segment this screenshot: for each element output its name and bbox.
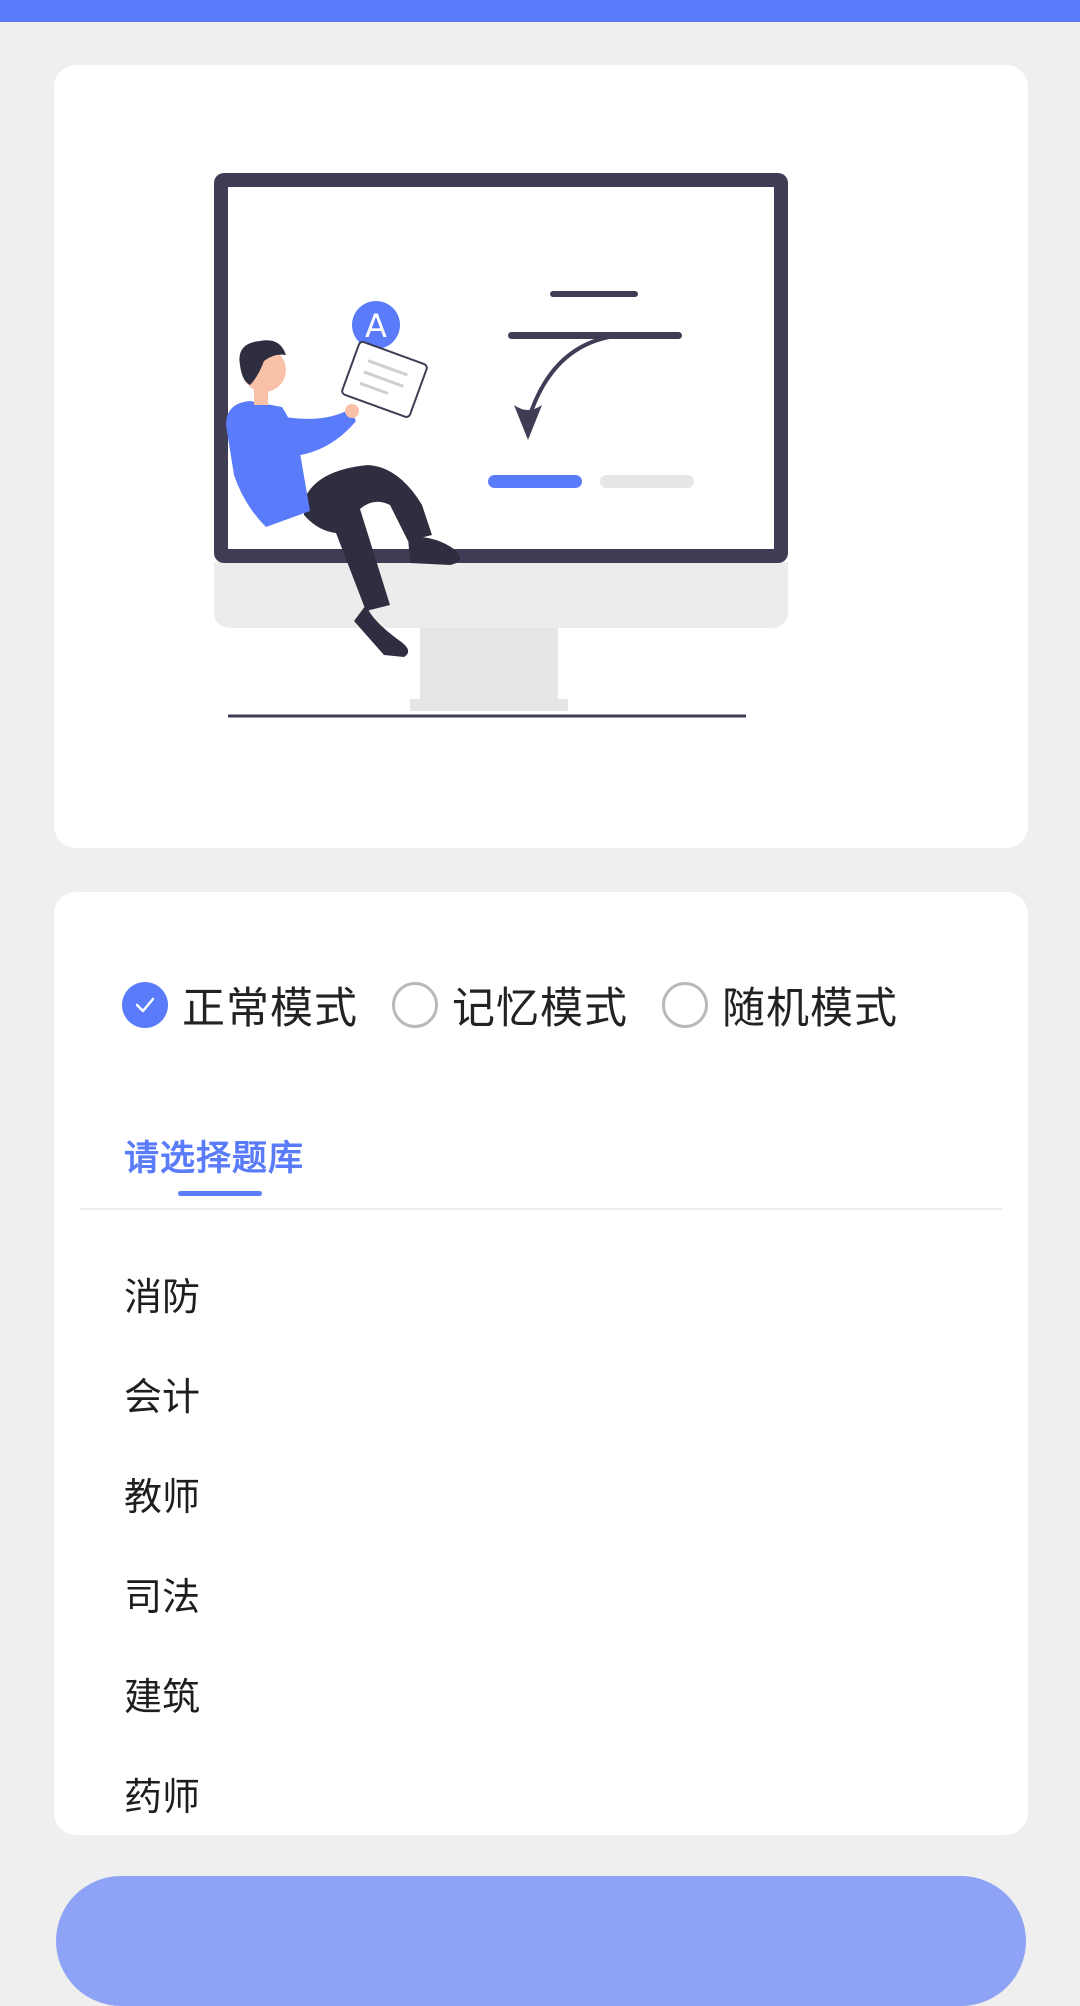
svg-text:A: A [365, 307, 387, 345]
radio-unchecked-icon[interactable] [662, 982, 708, 1028]
bank-item-judicial[interactable]: 司法 [124, 1547, 200, 1647]
bank-item-fire[interactable]: 消防 [124, 1247, 200, 1347]
bank-item-construction[interactable]: 建筑 [124, 1647, 200, 1747]
mode-option-memory[interactable]: 记忆模式 [392, 974, 628, 1036]
options-card: 正常模式 记忆模式 随机模式 请选择题库 消防 会计 教师 司法 建筑 药师 [54, 892, 1028, 1835]
hero-card: A [54, 65, 1028, 848]
tab-active-indicator [178, 1191, 262, 1196]
tab-select-question-bank[interactable]: 请选择题库 [124, 1130, 304, 1181]
bank-item-accounting[interactable]: 会计 [124, 1347, 200, 1447]
mode-label-random: 随机模式 [722, 984, 898, 1034]
bank-item-pharmacist[interactable]: 药师 [124, 1747, 200, 1847]
mode-option-random[interactable]: 随机模式 [662, 974, 898, 1036]
checkmark-icon [135, 997, 155, 1013]
mode-label-memory: 记忆模式 [452, 984, 628, 1034]
top-accent-bar [0, 0, 1080, 22]
mode-option-normal[interactable]: 正常模式 [122, 974, 358, 1036]
mode-label-normal: 正常模式 [182, 984, 358, 1034]
question-bank-list: 消防 会计 教师 司法 建筑 药师 [124, 1247, 200, 1847]
mode-radio-group: 正常模式 记忆模式 随机模式 [122, 974, 932, 1036]
radio-checked-icon[interactable] [122, 982, 168, 1028]
start-button[interactable] [56, 1876, 1026, 2006]
hero-illustration: A [214, 173, 788, 718]
question-bank-tab-bar: 请选择题库 [80, 1120, 1002, 1210]
radio-unchecked-icon[interactable] [392, 982, 438, 1028]
bank-item-teacher[interactable]: 教师 [124, 1447, 200, 1547]
